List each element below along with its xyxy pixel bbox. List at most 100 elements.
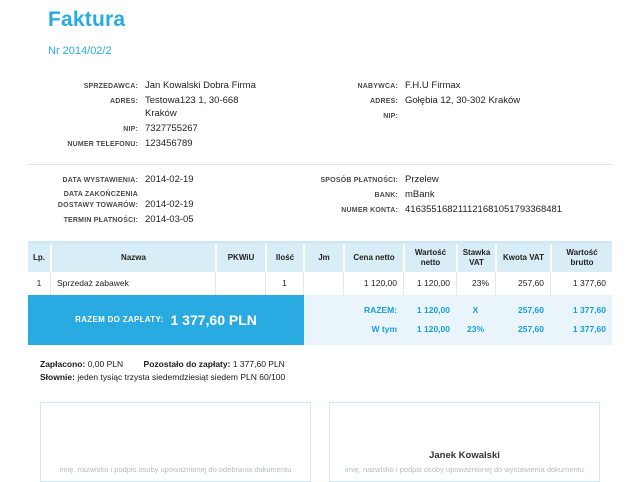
delivery-date-value: 2014-02-19 bbox=[145, 199, 194, 211]
buyer-nip-field: NIP: bbox=[310, 111, 612, 122]
col-wartosc-netto: Wartość netto bbox=[403, 244, 456, 272]
col-wartosc-brutto: Wartość brutto bbox=[550, 244, 612, 272]
buyer-label: NABYWCA: bbox=[310, 81, 398, 92]
signature-box-receiver: imię, nazwisko i podpis osoby upoważnion… bbox=[40, 402, 311, 482]
issue-date-label: DATA WYSTAWIENIA: bbox=[28, 175, 138, 186]
invoice-page: Faktura Nr 2014/02/2 SPRZEDAWCA: Jan Kow… bbox=[0, 0, 640, 454]
paid-line: Zapłacono: 0,00 PLN Pozostało do zapłaty… bbox=[40, 358, 612, 371]
cell-nazwa: Sprzedaż zabawek bbox=[50, 272, 215, 295]
summary-razem-stawka: X bbox=[456, 305, 495, 315]
col-pkwiu: PKWiU bbox=[215, 244, 265, 272]
bank-field: BANK: mBank bbox=[310, 189, 612, 201]
vat-summary: RAZEM: 1 120,00 X 257,60 1 377,60 W tym … bbox=[304, 295, 612, 345]
buyer-name-field: NABYWCA: F.H.U Firmax bbox=[310, 80, 612, 92]
col-nazwa: Nazwa bbox=[50, 244, 215, 272]
in-words-line: Słownie: jeden tysiąc trzysta siedemdzie… bbox=[40, 371, 612, 384]
seller-name-field: SPRZEDAWCA: Jan Kowalski Dobra Firma bbox=[28, 80, 310, 92]
account-number-label: NUMER KONTA: bbox=[310, 205, 398, 216]
total-due-value: 1 377,60 PLN bbox=[170, 312, 256, 328]
seller-address-field: ADRES: Testowa123 1, 30-668 Kraków bbox=[28, 95, 310, 120]
cell-stawka-vat: 23% bbox=[456, 272, 495, 295]
summary-row-razem: RAZEM: 1 120,00 X 257,60 1 377,60 bbox=[304, 305, 612, 315]
delivery-date-field: DATA ZAKOŃCZENIA DOSTAWY TOWARÓW: 2014-0… bbox=[28, 189, 310, 211]
seller-block: SPRZEDAWCA: Jan Kowalski Dobra Firma ADR… bbox=[28, 80, 310, 154]
account-number-value: 416355168211121681051793368481 bbox=[405, 204, 562, 216]
summary-wtym-stawka: 23% bbox=[456, 324, 495, 334]
buyer-nip-label: NIP: bbox=[310, 111, 398, 122]
payment-method-value: Przelew bbox=[405, 174, 439, 186]
issue-date-field: DATA WYSTAWIENIA: 2014-02-19 bbox=[28, 174, 310, 186]
due-date-label: TERMIN PŁATNOŚCI: bbox=[28, 215, 138, 226]
due-date-value: 2014-03-05 bbox=[145, 214, 194, 226]
signature-box-issuer: Janek Kowalski imię, nazwisko i podpis o… bbox=[329, 402, 600, 482]
remaining-value: 1 377,60 PLN bbox=[233, 359, 285, 369]
table-header-row: Lp. Nazwa PKWiU Ilość Jm Cena netto Wart… bbox=[28, 244, 612, 272]
totals-band: RAZEM DO ZAPŁATY: 1 377,60 PLN RAZEM: 1 … bbox=[28, 295, 612, 345]
issuer-signature-caption: imię, nazwisko i podpis osoby upoważnion… bbox=[330, 465, 599, 474]
summary-wtym-kwota: 257,60 bbox=[495, 324, 550, 334]
paid-label: Zapłacono: bbox=[40, 359, 85, 369]
paid-section: Zapłacono: 0,00 PLN Pozostało do zapłaty… bbox=[40, 358, 612, 384]
col-cena-netto: Cena netto bbox=[343, 244, 403, 272]
summary-razem-label: RAZEM: bbox=[304, 305, 403, 315]
seller-nip-value: 7327755267 bbox=[145, 123, 198, 135]
issuer-name: Janek Kowalski bbox=[330, 450, 599, 461]
delivery-date-label: DATA ZAKOŃCZENIA DOSTAWY TOWARÓW: bbox=[28, 189, 138, 211]
bank-label: BANK: bbox=[310, 190, 398, 201]
bank-value: mBank bbox=[405, 189, 435, 201]
items-table: Lp. Nazwa PKWiU Ilość Jm Cena netto Wart… bbox=[28, 244, 612, 295]
col-stawka-vat: Stawka VAT bbox=[456, 244, 495, 272]
in-words-value: jeden tysiąc trzysta siedemdziesiąt sied… bbox=[77, 372, 285, 382]
total-due-box: RAZEM DO ZAPŁATY: 1 377,60 PLN bbox=[28, 295, 304, 345]
account-number-field: NUMER KONTA: 416355168211121681051793368… bbox=[310, 204, 612, 216]
summary-wtym-brutto: 1 377,60 bbox=[550, 324, 612, 334]
summary-razem-brutto: 1 377,60 bbox=[550, 305, 612, 315]
parties-section: SPRZEDAWCA: Jan Kowalski Dobra Firma ADR… bbox=[28, 80, 612, 154]
page-title: Faktura bbox=[48, 8, 640, 32]
summary-razem-kwota: 257,60 bbox=[495, 305, 550, 315]
seller-phone-field: NUMER TELEFONU: 123456789 bbox=[28, 138, 310, 150]
details-section: DATA WYSTAWIENIA: 2014-02-19 DATA ZAKOŃC… bbox=[28, 164, 612, 230]
col-lp: Lp. bbox=[28, 244, 50, 272]
summary-razem-netto: 1 120,00 bbox=[403, 305, 456, 315]
buyer-address-value: Gołębia 12, 30-302 Kraków bbox=[405, 95, 520, 107]
total-due-label: RAZEM DO ZAPŁATY: bbox=[75, 315, 163, 324]
seller-label: SPRZEDAWCA: bbox=[28, 81, 138, 92]
cell-cena-netto: 1 120,00 bbox=[343, 272, 403, 295]
paid-value: 0,00 PLN bbox=[88, 359, 123, 369]
cell-jm bbox=[303, 272, 343, 295]
seller-phone-label: NUMER TELEFONU: bbox=[28, 139, 138, 150]
cell-kwota-vat: 257,60 bbox=[495, 272, 550, 295]
receiver-signature-caption: imię, nazwisko i podpis osoby upoważnion… bbox=[41, 465, 310, 474]
seller-address-label: ADRES: bbox=[28, 96, 138, 107]
col-kwota-vat: Kwota VAT bbox=[495, 244, 550, 272]
payment-method-label: SPOSÓB PŁATNOŚCI: bbox=[310, 175, 398, 186]
col-jm: Jm bbox=[303, 244, 343, 272]
buyer-address-label: ADRES: bbox=[310, 96, 398, 107]
col-ilosc: Ilość bbox=[265, 244, 303, 272]
payment-method-field: SPOSÓB PŁATNOŚCI: Przelew bbox=[310, 174, 612, 186]
due-date-field: TERMIN PŁATNOŚCI: 2014-03-05 bbox=[28, 214, 310, 226]
invoice-number: Nr 2014/02/2 bbox=[48, 45, 640, 57]
payment-block: SPOSÓB PŁATNOŚCI: Przelew BANK: mBank NU… bbox=[310, 174, 612, 230]
remaining-label: Pozostało do zapłaty: bbox=[144, 359, 231, 369]
invoice-header: Faktura Nr 2014/02/2 bbox=[0, 0, 640, 57]
summary-wtym-netto: 1 120,00 bbox=[403, 324, 456, 334]
seller-phone-value: 123456789 bbox=[145, 138, 193, 150]
summary-row-wtym: W tym 1 120,00 23% 257,60 1 377,60 bbox=[304, 324, 612, 334]
buyer-address-field: ADRES: Gołębia 12, 30-302 Kraków bbox=[310, 95, 612, 107]
dates-block: DATA WYSTAWIENIA: 2014-02-19 DATA ZAKOŃC… bbox=[28, 174, 310, 230]
table-row: 1 Sprzedaż zabawek 1 1 120,00 1 120,00 2… bbox=[28, 272, 612, 295]
signatures-section: imię, nazwisko i podpis osoby upoważnion… bbox=[40, 402, 600, 482]
issue-date-value: 2014-02-19 bbox=[145, 174, 194, 186]
cell-wartosc-brutto: 1 377,60 bbox=[550, 272, 612, 295]
items-table-wrap: Lp. Nazwa PKWiU Ilość Jm Cena netto Wart… bbox=[28, 241, 612, 295]
seller-address-value: Testowa123 1, 30-668 Kraków bbox=[145, 95, 238, 120]
seller-nip-label: NIP: bbox=[28, 124, 138, 135]
seller-name-value: Jan Kowalski Dobra Firma bbox=[145, 80, 256, 92]
cell-ilosc: 1 bbox=[265, 272, 303, 295]
summary-wtym-label: W tym bbox=[304, 324, 403, 334]
buyer-block: NABYWCA: F.H.U Firmax ADRES: Gołębia 12,… bbox=[310, 80, 612, 154]
seller-nip-field: NIP: 7327755267 bbox=[28, 123, 310, 135]
cell-lp: 1 bbox=[28, 272, 50, 295]
